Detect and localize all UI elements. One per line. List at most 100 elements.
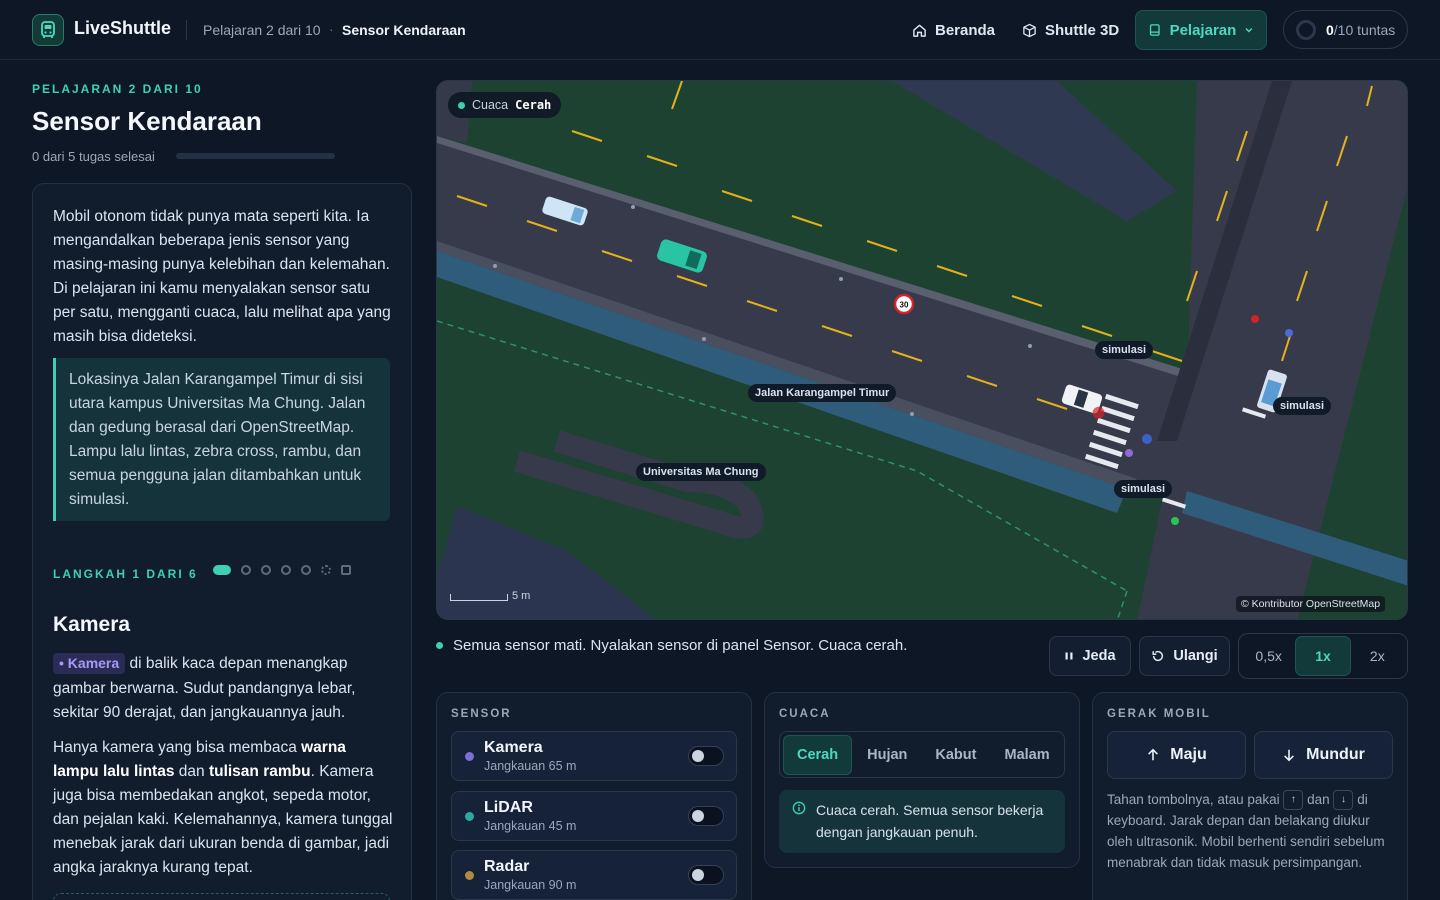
- cube-icon: [1023, 23, 1036, 37]
- step-label: LANGKAH 1 DARI 6: [53, 567, 198, 581]
- step-paragraph-2: Hanya kamera yang bisa membaca warna lam…: [53, 739, 393, 876]
- step-dot-quiz[interactable]: [341, 565, 351, 575]
- sensor-color-dot: [465, 871, 474, 880]
- sensor-range: Jangkauan 65 m: [484, 759, 577, 773]
- breadcrumb-lesson[interactable]: Pelajaran 2 dari 10: [203, 22, 321, 38]
- speed-1x[interactable]: 1x: [1295, 636, 1351, 676]
- weather-tab-cerah[interactable]: Cerah: [783, 734, 853, 775]
- simulation-label-1: simulasi: [1095, 341, 1154, 359]
- move-help-text: Tahan tombolnya, atau pakai ↑ dan ↓ di k…: [1107, 790, 1385, 871]
- motorcycle[interactable]: [1251, 315, 1259, 323]
- simulation-label-3: simulasi: [1114, 480, 1173, 498]
- task-progress-bar: [176, 153, 335, 159]
- speed-limit-sign: 30: [893, 293, 915, 315]
- move-panel-title: GERAK MOBIL: [1107, 708, 1211, 720]
- top-bar: LiveShuttle Pelajaran 2 dari 10 · Sensor…: [0, 0, 1440, 60]
- sensor-row-radar[interactable]: Radar Jangkauan 90 m: [451, 850, 737, 900]
- simulation-label-2: simulasi: [1273, 397, 1332, 415]
- step-dot-1[interactable]: [213, 565, 231, 575]
- weather-tab-hujan[interactable]: Hujan: [854, 735, 920, 775]
- task-hint-box: [53, 893, 390, 900]
- home-icon: [913, 24, 926, 37]
- building-north: [892, 81, 1177, 221]
- backward-label: Mundur: [1306, 746, 1365, 763]
- pause-icon: [1065, 652, 1073, 660]
- weather-badge-prefix: Cuaca: [472, 98, 509, 112]
- road-label: Jalan Karangampel Timur: [748, 384, 897, 402]
- sensor-color-dot: [465, 752, 474, 761]
- step-dot-6[interactable]: [321, 565, 331, 575]
- sim-status-text: Semua sensor mati. Nyalakan sensor di pa…: [453, 637, 908, 654]
- reset-icon: [1152, 650, 1164, 662]
- reset-button[interactable]: Ulangi: [1139, 636, 1230, 676]
- forward-button[interactable]: Maju: [1107, 731, 1246, 779]
- motorcycle-2[interactable]: [1285, 329, 1293, 337]
- step-indicator: [213, 565, 351, 575]
- traffic-light: [1171, 517, 1179, 525]
- status-dot: [436, 642, 443, 649]
- key-down-icon: ↓: [1333, 790, 1354, 811]
- map-attribution[interactable]: © Kontributor OpenStreetMap: [1236, 596, 1386, 612]
- lesson-title: Sensor Kendaraan: [32, 106, 262, 136]
- step-dot-4[interactable]: [281, 565, 291, 575]
- sensor-name: LiDAR: [484, 799, 533, 816]
- breadcrumb-current: Sensor Kendaraan: [342, 22, 466, 38]
- pedestrian-2[interactable]: [1125, 449, 1133, 457]
- sensor-toggle-kamera[interactable]: [688, 746, 724, 766]
- simulation-map[interactable]: 30: [436, 80, 1408, 620]
- sensor-range: Jangkauan 90 m: [484, 878, 577, 892]
- svg-text:30: 30: [900, 301, 909, 310]
- weather-status-dot: [458, 101, 465, 109]
- pause-button[interactable]: Jeda: [1049, 636, 1131, 676]
- chevron-down-icon: [1245, 28, 1253, 33]
- pedestrian[interactable]: [1142, 434, 1152, 444]
- overall-progress-text: 0/10 tuntas: [1326, 21, 1396, 38]
- speed-2x[interactable]: 2x: [1351, 636, 1404, 676]
- map-canvas: 30: [437, 81, 1407, 619]
- arrow-down-icon: [1284, 749, 1295, 762]
- forward-label: Maju: [1170, 746, 1207, 763]
- speed-half[interactable]: 0,5x: [1242, 636, 1295, 676]
- step-dot-3[interactable]: [261, 565, 271, 575]
- speed-selector: 0,5x 1x 2x: [1238, 633, 1408, 679]
- sensor-panel-title: SENSOR: [451, 708, 512, 720]
- backward-button[interactable]: Mundur: [1254, 731, 1393, 779]
- progress-ring-icon: [1296, 19, 1316, 40]
- reset-label: Ulangi: [1173, 648, 1218, 664]
- nav-shuttle-3d-button[interactable]: Shuttle 3D: [1010, 10, 1131, 50]
- nav-shuttle-3d-label: Shuttle 3D: [1045, 21, 1120, 39]
- lesson-eyebrow: PELAJARAN 2 DARI 10: [32, 82, 203, 96]
- sensor-toggle-lidar[interactable]: [688, 806, 724, 826]
- sensor-row-kamera[interactable]: Kamera Jangkauan 65 m: [451, 731, 737, 781]
- sensor-range: Jangkauan 45 m: [484, 819, 577, 833]
- nav-lesson-dropdown[interactable]: Pelajaran: [1135, 10, 1267, 50]
- info-icon: [792, 801, 806, 815]
- sensor-color-dot: [465, 812, 474, 821]
- location-callout: Lokasinya Jalan Karangampel Timur di sis…: [53, 358, 390, 521]
- weather-badge: Cuaca Cerah: [448, 92, 562, 118]
- weather-tab-kabut[interactable]: Kabut: [922, 735, 989, 775]
- step-title: Kamera: [53, 613, 131, 636]
- nav-home-label: Beranda: [935, 21, 996, 39]
- brand-name[interactable]: LiveShuttle: [74, 18, 171, 39]
- overall-progress[interactable]: 0/10 tuntas: [1283, 10, 1408, 49]
- sim-status: Semua sensor mati. Nyalakan sensor di pa…: [436, 637, 907, 654]
- sensor-chip-kamera: • Kamera: [53, 653, 126, 674]
- sensor-row-lidar[interactable]: LiDAR Jangkauan 45 m: [451, 791, 737, 841]
- sensor-toggle-radar[interactable]: [688, 865, 724, 885]
- arrow-up-icon: [1148, 748, 1159, 761]
- task-count: 0 dari 5 tugas selesai: [32, 149, 155, 164]
- weather-info: Cuaca cerah. Semua sensor bekerja dengan…: [779, 790, 1065, 853]
- step-paragraph-1: • Kamera di balik kaca depan menangkap g…: [53, 653, 356, 721]
- shuttle-logo-icon[interactable]: [32, 14, 64, 46]
- building-south: [437, 506, 655, 619]
- nav-home-button[interactable]: Beranda: [900, 10, 1007, 50]
- weather-panel-title: CUACA: [779, 708, 831, 720]
- weather-tab-malam[interactable]: Malam: [991, 735, 1062, 775]
- key-up-icon: ↑: [1283, 790, 1304, 811]
- weather-tabs: Cerah Hujan Kabut Malam: [779, 731, 1065, 778]
- campus-label: Universitas Ma Chung: [636, 463, 766, 481]
- step-dot-2[interactable]: [241, 565, 251, 575]
- sensor-name: Kamera: [484, 739, 543, 756]
- step-dot-5[interactable]: [301, 565, 311, 575]
